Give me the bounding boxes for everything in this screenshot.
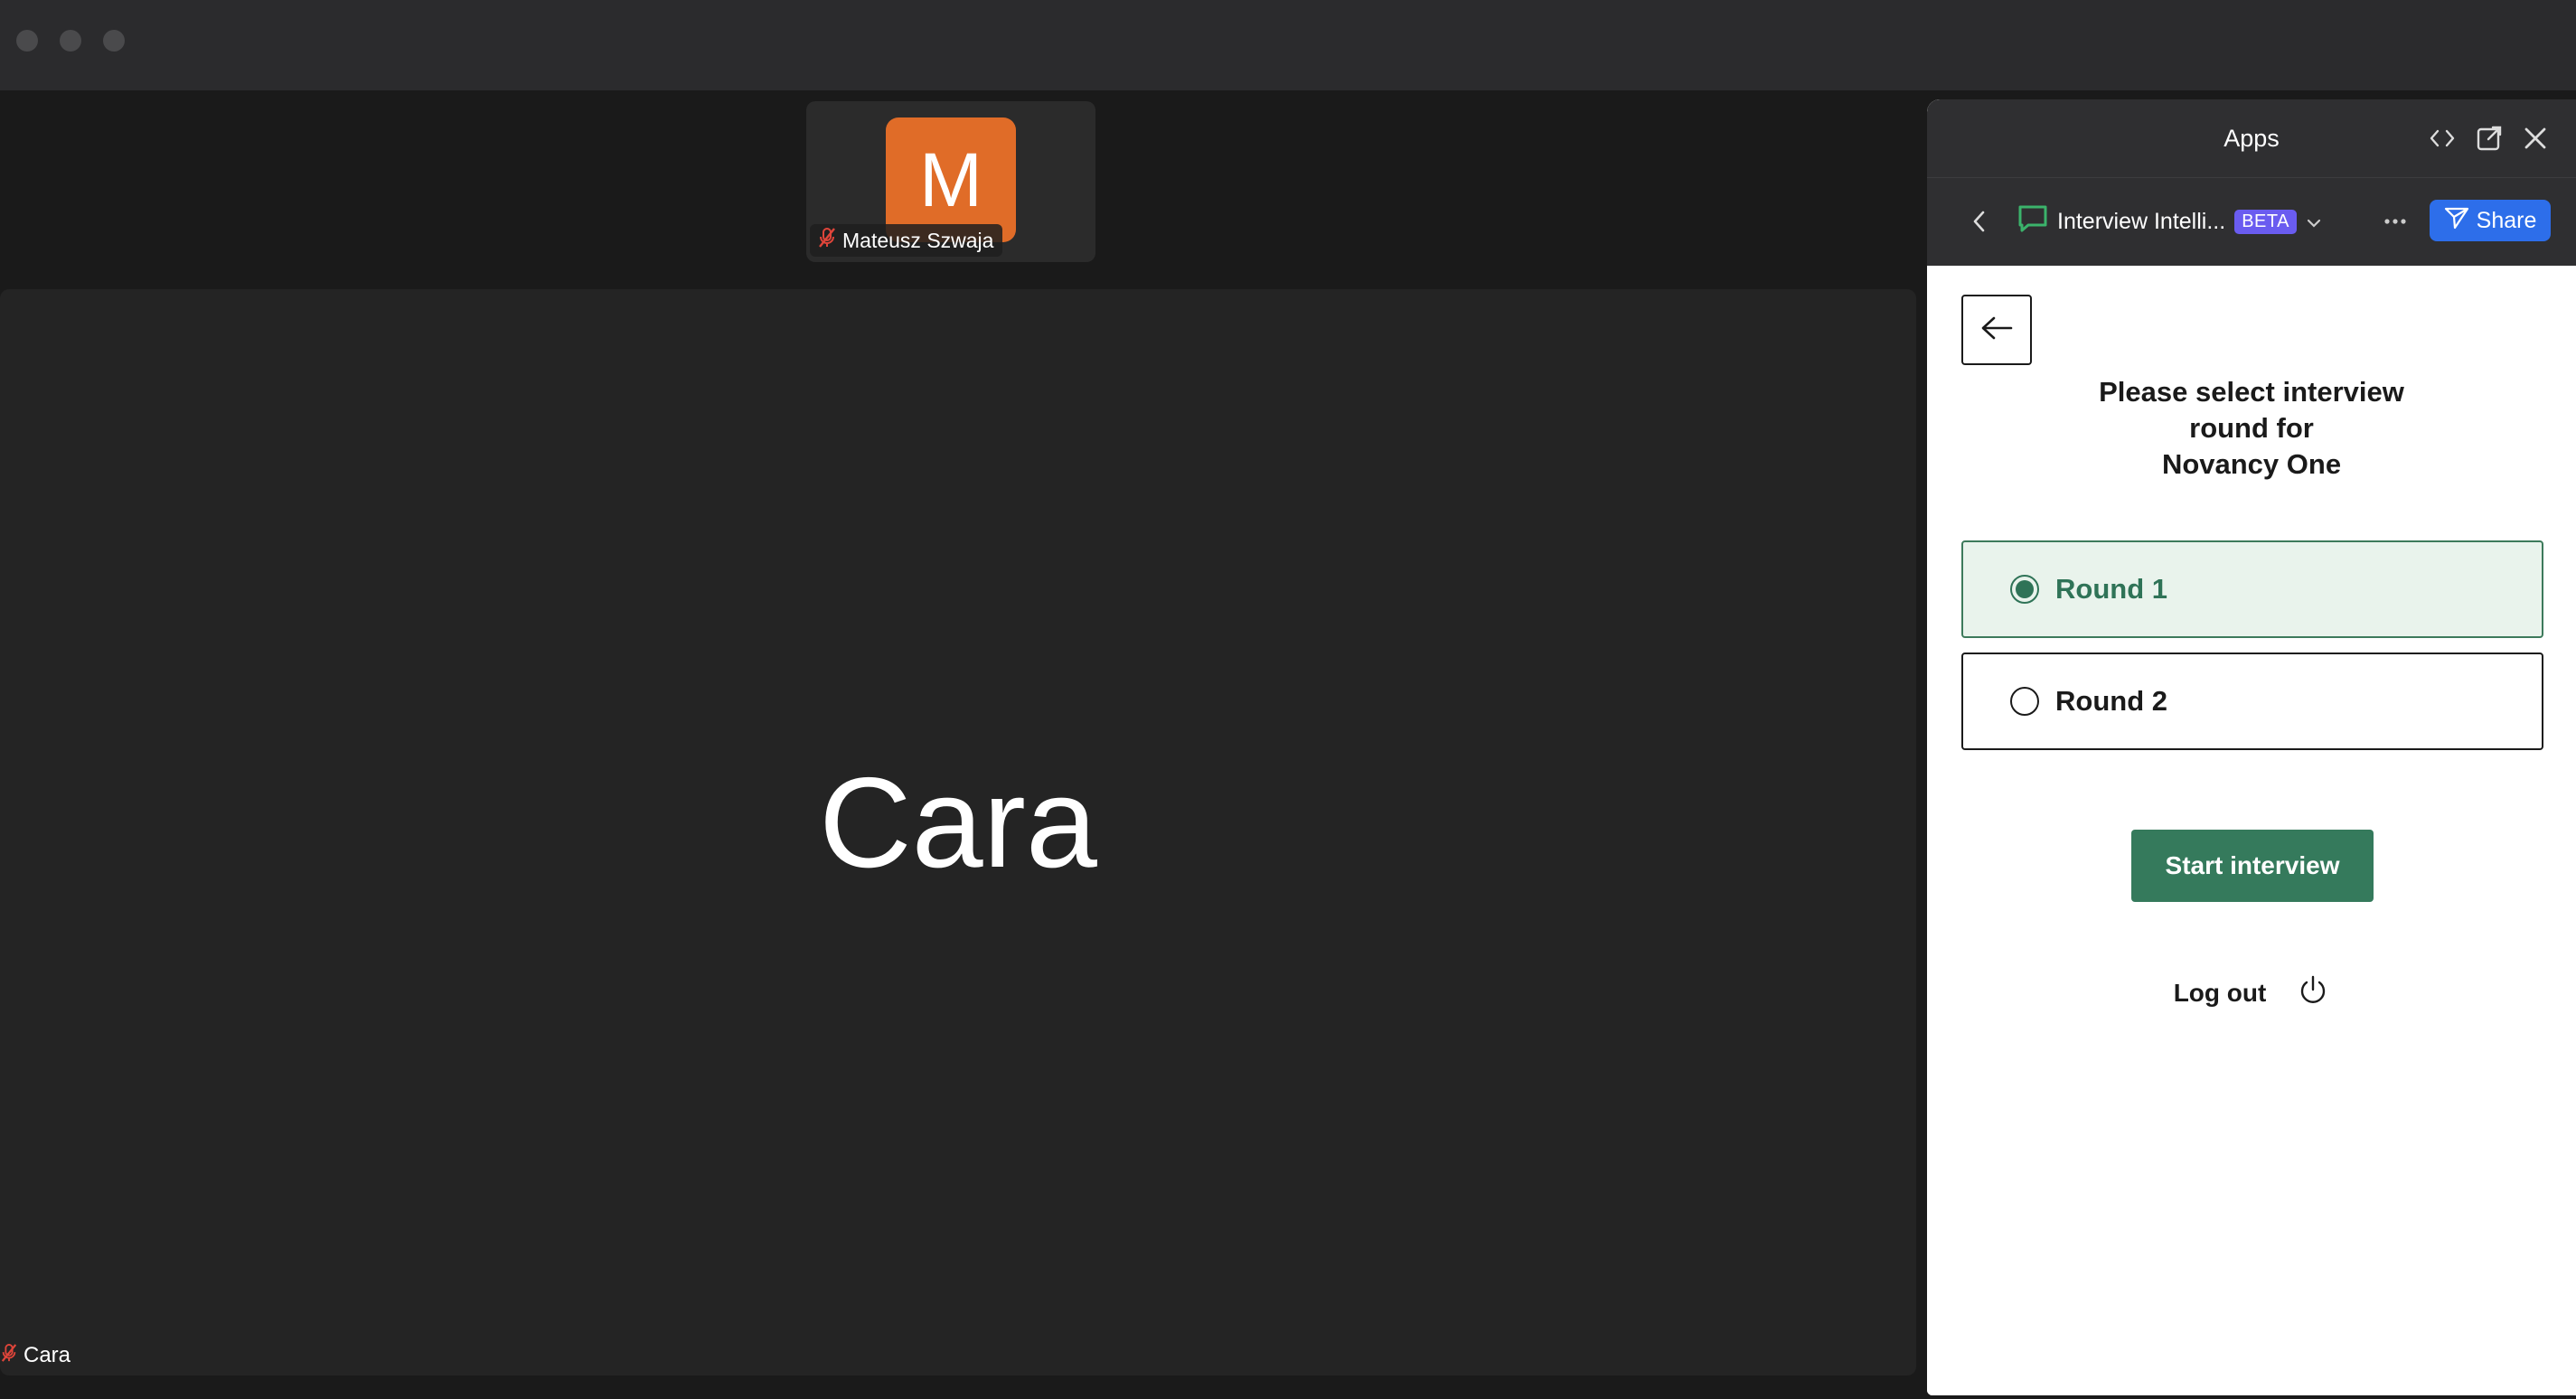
page-title: Please select interview round for Novanc… <box>1927 374 2576 483</box>
app-toolbar: Interview Intelli... BETA Share <box>1927 177 2576 267</box>
app-selector[interactable]: Interview Intelli... BETA <box>2017 203 2322 239</box>
muted-mic-icon <box>0 1342 18 1370</box>
send-icon <box>2444 206 2469 236</box>
arrow-left-icon <box>1979 315 2014 346</box>
popout-icon[interactable] <box>2474 123 2505 154</box>
speaker-name-tag: Cara <box>0 1338 71 1374</box>
apps-panel-header: Apps <box>1927 99 2576 177</box>
app-name-label: Interview Intelli... <box>2057 208 2226 234</box>
speaker-display-name: Cara <box>819 751 1097 895</box>
chevron-left-icon[interactable] <box>1963 205 1996 238</box>
chat-bubble-icon <box>2017 204 2048 239</box>
round-option-2[interactable]: Round 2 <box>1961 653 2543 750</box>
chevron-down-icon <box>2306 209 2322 235</box>
close-window-dot[interactable] <box>16 30 38 52</box>
share-button[interactable]: Share <box>2430 200 2551 241</box>
more-options-icon[interactable] <box>2377 205 2413 238</box>
logout-label: Log out <box>2173 979 2267 1007</box>
speaker-name: Cara <box>24 1343 71 1367</box>
apps-panel: Apps Interview Intelli... BETA Share Ple… <box>1927 99 2576 1395</box>
code-icon[interactable] <box>2427 123 2458 154</box>
round-option-1[interactable]: Round 1 <box>1961 540 2543 638</box>
muted-mic-icon <box>817 227 837 254</box>
minimize-window-dot[interactable] <box>60 30 81 52</box>
participant-name-tag: Mateusz Szwaja <box>810 224 1003 257</box>
round-label: Round 2 <box>2055 685 2167 717</box>
participant-name: Mateusz Szwaja <box>842 228 994 252</box>
round-label: Round 1 <box>2055 573 2167 605</box>
title-line-3: Novancy One <box>2161 448 2342 480</box>
logout-button[interactable]: Log out <box>1927 972 2576 1014</box>
zoom-window-dot[interactable] <box>103 30 125 52</box>
close-icon[interactable] <box>2520 123 2551 154</box>
app-content: Please select interview round for Novanc… <box>1927 266 2576 1395</box>
title-line-2: round for <box>2189 412 2314 444</box>
beta-badge: BETA <box>2234 209 2297 234</box>
window-titlebar <box>0 0 2576 90</box>
speaker-video[interactable]: Cara Cara <box>0 289 1916 1376</box>
share-label: Share <box>2476 207 2537 233</box>
title-line-1: Please select interview <box>2099 376 2404 408</box>
back-button[interactable] <box>1961 295 2032 365</box>
radio-selected[interactable] <box>2010 575 2039 604</box>
start-interview-button[interactable]: Start interview <box>2131 830 2374 902</box>
power-icon <box>2297 974 2329 1013</box>
radio-unselected[interactable] <box>2010 687 2039 716</box>
